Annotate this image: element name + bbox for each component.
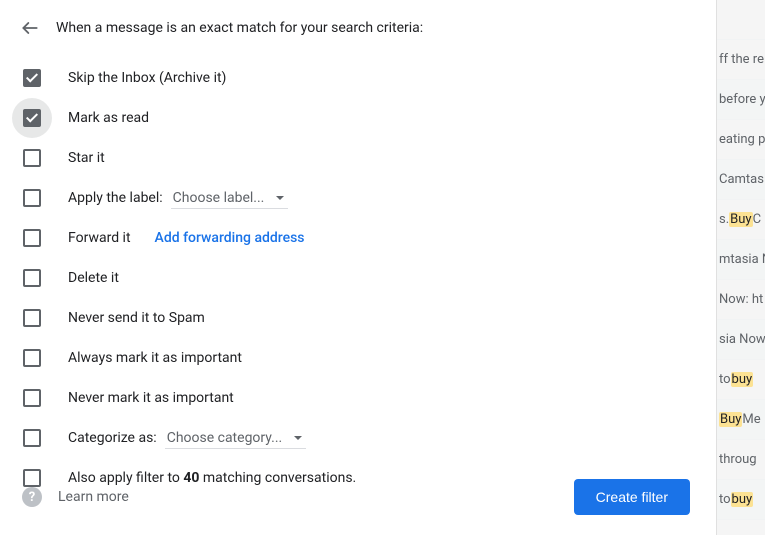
- option-never-spam: Never send it to Spam: [22, 298, 700, 338]
- dropdown-text: Choose label...: [173, 190, 265, 206]
- label-dropdown[interactable]: Choose label...: [171, 188, 289, 209]
- checkbox-apply-label[interactable]: [23, 189, 41, 207]
- list-item[interactable]: eating p: [717, 120, 765, 160]
- list-item[interactable]: Now: ht: [717, 280, 765, 320]
- list-item[interactable]: throug: [717, 440, 765, 480]
- dropdown-text: Choose category...: [167, 430, 283, 446]
- option-label: Never send it to Spam: [68, 310, 205, 326]
- option-label: Skip the Inbox (Archive it): [68, 70, 226, 86]
- checkbox-wrap: [12, 258, 52, 298]
- options-list: Skip the Inbox (Archive it) Mark as read…: [0, 52, 716, 498]
- option-label: Forward it: [68, 230, 131, 246]
- checkbox-never-spam[interactable]: [23, 309, 41, 327]
- checkbox-never-important[interactable]: [23, 389, 41, 407]
- checkbox-wrap: [12, 218, 52, 258]
- list-item[interactable]: [717, 0, 765, 40]
- list-item[interactable]: s. Buy C: [717, 200, 765, 240]
- footer: ? Learn more Create filter: [0, 479, 716, 515]
- option-label: Star it: [68, 150, 105, 166]
- checkbox-wrap: [12, 378, 52, 418]
- checkbox-star[interactable]: [23, 149, 41, 167]
- checkbox-wrap: [12, 418, 52, 458]
- option-label: Mark as read: [68, 110, 149, 126]
- help-icon[interactable]: ?: [22, 487, 42, 507]
- checkbox-categorize[interactable]: [23, 429, 41, 447]
- checkbox-wrap: [12, 178, 52, 218]
- checkbox-wrap: [12, 58, 52, 98]
- list-item[interactable]: Camtas: [717, 160, 765, 200]
- chevron-down-icon: [276, 196, 284, 200]
- option-categorize: Categorize as: Choose category...: [22, 418, 700, 458]
- list-item[interactable]: before y: [717, 80, 765, 120]
- header-title: When a message is an exact match for you…: [56, 20, 423, 36]
- list-item[interactable]: to buy: [717, 480, 765, 520]
- checkbox-wrap: [12, 338, 52, 378]
- add-forwarding-link[interactable]: Add forwarding address: [155, 230, 305, 246]
- option-forward: Forward it Add forwarding address: [22, 218, 700, 258]
- option-delete: Delete it: [22, 258, 700, 298]
- list-item[interactable]: sia Now: [717, 320, 765, 360]
- background-mail-list: ff the re before y eating p Camtas s. Bu…: [717, 0, 765, 520]
- category-dropdown[interactable]: Choose category...: [165, 428, 307, 449]
- checkbox-wrap: [12, 298, 52, 338]
- option-star: Star it: [22, 138, 700, 178]
- option-always-important: Always mark it as important: [22, 338, 700, 378]
- option-label: Delete it: [68, 270, 119, 286]
- list-item[interactable]: Buy Me: [717, 400, 765, 440]
- checkbox-always-important[interactable]: [23, 349, 41, 367]
- option-label: Never mark it as important: [68, 390, 234, 406]
- create-filter-button[interactable]: Create filter: [574, 479, 690, 515]
- footer-left: ? Learn more: [22, 487, 129, 507]
- checkbox-skip-inbox[interactable]: [23, 69, 41, 87]
- learn-more-link[interactable]: Learn more: [58, 489, 129, 505]
- checkbox-mark-read[interactable]: [23, 109, 41, 127]
- list-item[interactable]: mtasia N: [717, 240, 765, 280]
- option-never-important: Never mark it as important: [22, 378, 700, 418]
- option-mark-read: Mark as read: [22, 98, 700, 138]
- header: When a message is an exact match for you…: [0, 12, 716, 52]
- chevron-down-icon: [294, 436, 302, 440]
- option-label: Always mark it as important: [68, 350, 242, 366]
- option-inline: Categorize as: Choose category...: [68, 428, 306, 449]
- filter-panel: When a message is an exact match for you…: [0, 0, 717, 535]
- checkbox-forward[interactable]: [23, 229, 41, 247]
- option-inline: Forward it Add forwarding address: [68, 230, 305, 246]
- option-label: Categorize as:: [68, 430, 157, 446]
- list-item[interactable]: to buy: [717, 360, 765, 400]
- back-button[interactable]: [18, 16, 42, 40]
- checkbox-wrap: [12, 138, 52, 178]
- option-label: Apply the label:: [68, 190, 163, 206]
- option-skip-inbox: Skip the Inbox (Archive it): [22, 58, 700, 98]
- option-apply-label: Apply the label: Choose label...: [22, 178, 700, 218]
- option-inline: Apply the label: Choose label...: [68, 188, 288, 209]
- list-item[interactable]: ff the re: [717, 40, 765, 80]
- arrow-left-icon: [20, 18, 40, 38]
- checkbox-wrap: [12, 98, 52, 138]
- checkbox-delete[interactable]: [23, 269, 41, 287]
